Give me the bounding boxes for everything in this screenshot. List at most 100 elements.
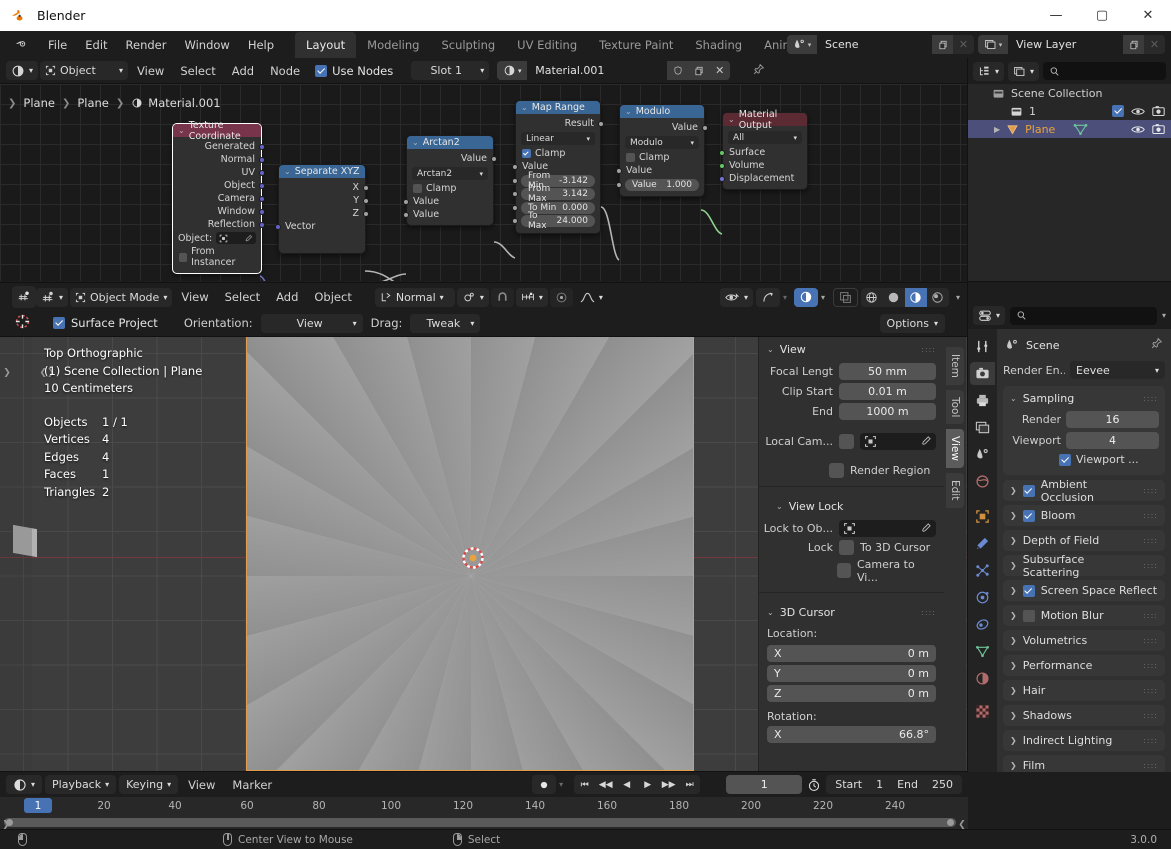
drag-dots-icon[interactable]: :::: — [921, 345, 936, 354]
auto-keying-button[interactable] — [532, 775, 557, 794]
surface-project-toggle[interactable]: Surface Project — [53, 316, 158, 330]
collapse-chevron-icon[interactable]: ⌄ — [767, 345, 774, 354]
node-clamp-toggle[interactable]: Clamp — [407, 182, 493, 195]
collapse-chevron-icon[interactable]: ⌄ — [412, 138, 419, 147]
node-target-dropdown[interactable]: All ▾ — [728, 131, 802, 144]
menu-render[interactable]: Render — [117, 35, 176, 55]
node-output-z[interactable]: Z — [279, 207, 369, 220]
cursor-location-x[interactable]: X0 m — [759, 643, 944, 663]
eyedropper-icon[interactable] — [920, 522, 932, 534]
proportional-edit-button[interactable] — [549, 287, 573, 307]
node-output-normal[interactable]: Normal — [173, 153, 265, 166]
properties-tab-modifiers[interactable] — [970, 532, 995, 555]
render-samples-value[interactable]: 16 — [1066, 411, 1159, 428]
viewport-editor-type-selector[interactable]: ▾ — [36, 287, 69, 307]
drag-dropdown[interactable]: Tweak ▾ — [410, 313, 481, 333]
sampling-panel-header[interactable]: ⌄ Sampling :::: — [1003, 390, 1165, 409]
prev-keyframe-button[interactable]: ◀◀ — [595, 775, 616, 794]
play-button[interactable]: ▶ — [637, 775, 658, 794]
visibility-selector[interactable]: ▾ — [719, 287, 753, 307]
collapse-chevron-icon[interactable]: ⌄ — [776, 502, 783, 511]
workspace-tab-animation[interactable]: Animation — [753, 32, 787, 58]
viewport-menu-object[interactable]: Object — [307, 288, 358, 306]
focal-length-row[interactable]: Focal Lengt 50 mm — [759, 361, 944, 381]
overlays-chevron-icon[interactable]: ▾ — [821, 293, 830, 302]
timeline-menu-marker[interactable]: Marker — [225, 776, 279, 794]
properties-tab-world[interactable] — [970, 470, 995, 493]
outliner-row-scene-collection[interactable]: Scene Collection — [968, 84, 1171, 102]
expand-chevron-icon[interactable]: ❯ — [1010, 661, 1017, 670]
expand-chevron-icon[interactable]: ❯ — [1010, 761, 1017, 770]
node-input-volume[interactable]: Volume — [719, 159, 807, 172]
drag-dots-icon[interactable]: :::: — [1143, 561, 1158, 570]
panel-volumetrics[interactable]: ❯ Volumetrics :::: — [1003, 630, 1165, 651]
drag-dots-icon[interactable]: :::: — [1143, 394, 1158, 403]
sidebar-tab-view[interactable]: View — [946, 429, 964, 469]
camera-render-icon[interactable] — [1152, 105, 1165, 117]
properties-tab-material[interactable] — [970, 667, 995, 690]
expand-chevron-icon[interactable]: ❯ — [1010, 686, 1017, 695]
clamp-checkbox[interactable] — [522, 149, 531, 158]
snap-pivot-selector[interactable]: ▾ — [456, 287, 489, 307]
camera-to-view-checkbox[interactable] — [836, 563, 851, 578]
material-slot-selector[interactable]: Slot 1 ▾ — [411, 61, 490, 80]
shader-menu-select[interactable]: Select — [173, 62, 222, 80]
frame-range-fields[interactable]: Start 1 End 250 — [826, 775, 962, 794]
node-output-object[interactable]: Object — [173, 179, 265, 192]
outliner[interactable]: Scene Collection 1 ▶ Plane — [968, 84, 1171, 281]
viewport-samples-value[interactable]: 4 — [1066, 432, 1159, 449]
collapse-chevron-icon[interactable]: ⌄ — [178, 126, 185, 135]
node-output-y[interactable]: Y — [279, 194, 369, 207]
node-modulo[interactable]: ⌄ Modulo Value Modulo ▾ Clamp Value Value… — [616, 104, 708, 197]
timeline-scrollbar[interactable] — [4, 818, 956, 827]
scene-name-field[interactable]: Scene — [817, 35, 932, 54]
viewport-denoise-checkbox[interactable] — [1059, 453, 1071, 466]
properties-tab-physics[interactable] — [970, 586, 995, 609]
collapse-chevron-icon[interactable]: ⌄ — [728, 115, 735, 124]
render-region-row[interactable]: Render Region — [759, 461, 944, 479]
from-instancer-checkbox[interactable] — [179, 252, 188, 262]
node-output-window[interactable]: Window — [173, 205, 265, 218]
timeline-menu-playback[interactable]: Playback ▾ — [45, 775, 117, 794]
node-input-value-field[interactable]: Value 1.000 — [616, 178, 704, 191]
panel-film[interactable]: ❯ Film :::: — [1003, 755, 1165, 772]
node-header[interactable]: ⌄ Texture Coordinate — [173, 120, 261, 142]
shading-type-selector[interactable]: Object ▾ — [40, 61, 129, 80]
node-header[interactable]: ⌄ Arctan2 — [407, 136, 493, 149]
timeline-strip[interactable]: 20 40 60 80 100 120 140 160 180 200 220 … — [0, 797, 968, 830]
toolbar-expand-arrow[interactable]: ❯ — [1, 365, 13, 381]
expand-chevron-icon[interactable]: ❯ — [1010, 511, 1017, 520]
focal-length-value[interactable]: 50 mm — [839, 362, 936, 380]
node-operation-dropdown[interactable]: Arctan2 ▾ — [412, 167, 488, 180]
node-input-value-2[interactable]: Value — [403, 208, 493, 221]
expand-chevron-icon[interactable]: ❯ — [1010, 736, 1017, 745]
auto-keying-chevron-icon[interactable]: ▾ — [559, 780, 563, 789]
local-camera-field[interactable] — [860, 432, 936, 450]
motion-blur-checkbox[interactable] — [1022, 609, 1035, 622]
editor-type-selector[interactable]: ▾ — [6, 61, 39, 80]
sampling-panel[interactable]: ⌄ Sampling :::: Render 16 Viewport 4 Vie… — [1003, 386, 1165, 475]
use-nodes-checkbox[interactable] — [315, 64, 328, 77]
cursor-location-z[interactable]: Z0 m — [759, 683, 944, 703]
clip-start-value[interactable]: 0.01 m — [839, 382, 936, 400]
shader-menu-view[interactable]: View — [130, 62, 171, 80]
render-region-checkbox[interactable] — [829, 462, 844, 478]
outliner-properties-divider[interactable] — [968, 281, 1171, 282]
end-value[interactable]: 250 — [932, 778, 953, 791]
sampling-render-row[interactable]: Render 16 — [1003, 409, 1165, 430]
properties-panel[interactable]: Scene Render En... Eevee ▾ ⌄ Sampling :::… — [997, 329, 1171, 772]
cursor-section-header[interactable]: ⌄ 3D Cursor :::: — [759, 600, 944, 624]
panel-indirect-lighting[interactable]: ❯ Indirect Lighting :::: — [1003, 730, 1165, 751]
panel-performance[interactable]: ❯ Performance :::: — [1003, 655, 1165, 676]
properties-tab-object[interactable] — [970, 505, 995, 528]
workspace-tab-layout[interactable]: Layout — [295, 32, 357, 58]
panel-shadows[interactable]: ❯ Shadows :::: — [1003, 705, 1165, 726]
orientation-dropdown[interactable]: View ▾ — [260, 313, 363, 333]
drag-dots-icon[interactable]: :::: — [1143, 486, 1158, 495]
node-interpolation-dropdown[interactable]: Linear ▾ — [521, 132, 595, 145]
breadcrumb-item-object[interactable]: Plane — [23, 96, 55, 110]
collapse-chevron-icon[interactable]: ⌄ — [284, 167, 291, 176]
collection-enable-checkbox[interactable] — [1112, 105, 1124, 117]
eye-icon[interactable] — [1131, 124, 1145, 135]
node-output-reflection[interactable]: Reflection — [173, 218, 265, 231]
